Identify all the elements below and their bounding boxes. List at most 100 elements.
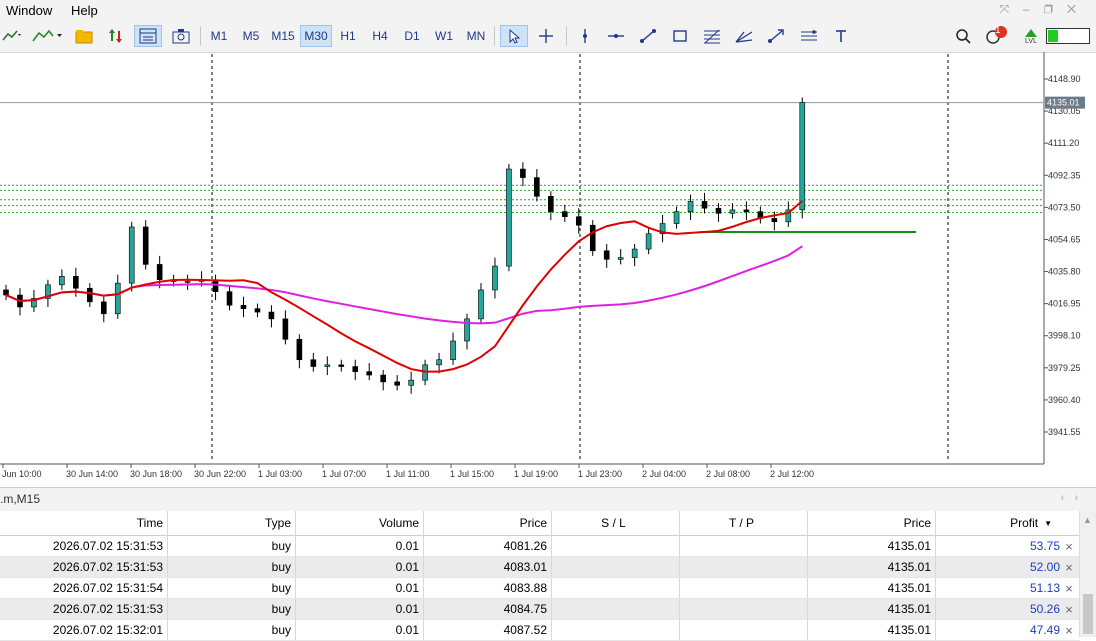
candle-body bbox=[743, 209, 750, 212]
candle-body bbox=[575, 216, 582, 226]
price-axis-label: 3960.40 bbox=[1048, 395, 1081, 405]
window-controls[interactable]: ⤧–❐✕ bbox=[999, 2, 1090, 17]
candle-body bbox=[73, 276, 79, 289]
timeframe-mn[interactable]: MN bbox=[462, 25, 490, 47]
col-price[interactable]: Price bbox=[424, 511, 552, 535]
menu-window[interactable]: Window bbox=[6, 3, 52, 18]
timeframe-h4[interactable]: H4 bbox=[366, 25, 394, 47]
table-row[interactable]: 2026.07.02 15:31:53 buy 0.01 4084.75 4135.01… bbox=[0, 599, 1080, 620]
col-type[interactable]: Type bbox=[168, 511, 296, 535]
price-chart[interactable]: 4148.90 4130.05 4111.20 4092.35 4073.50 4054.… bbox=[0, 52, 1096, 487]
close-position-icon[interactable]: × bbox=[1062, 578, 1080, 598]
col-time[interactable]: Time bbox=[0, 511, 168, 535]
crosshair-icon[interactable] bbox=[532, 25, 560, 47]
trade-type: buy bbox=[168, 620, 296, 640]
col-tp[interactable]: T / P bbox=[680, 511, 808, 535]
candle-body bbox=[268, 311, 275, 320]
notification-icon[interactable]: 1 bbox=[982, 25, 1010, 47]
trade-time: 2026.07.02 15:31:54 bbox=[0, 578, 168, 598]
trade-time: 2026.07.02 15:32:01 bbox=[0, 620, 168, 640]
trendline-icon[interactable] bbox=[634, 25, 662, 47]
current-price-label: 4135.01 bbox=[1047, 98, 1080, 108]
candle-body bbox=[701, 201, 708, 209]
scroll-up-icon[interactable]: ▲ bbox=[1083, 515, 1092, 525]
timeframe-m15[interactable]: M15 bbox=[268, 25, 298, 47]
trade-volume: 0.01 bbox=[296, 599, 424, 619]
table-row[interactable]: 2026.07.02 15:32:01 buy 0.01 4087.52 4135.01… bbox=[0, 620, 1080, 641]
price-axis-label: 4111.20 bbox=[1048, 138, 1079, 148]
candle-body bbox=[603, 250, 610, 260]
trade-profit: 50.26 bbox=[1029, 602, 1060, 616]
arrow-icon[interactable] bbox=[762, 25, 790, 47]
candle-body bbox=[436, 359, 442, 366]
trade-open-price: 4083.01 bbox=[424, 557, 552, 577]
price-axis-label: 3941.55 bbox=[1048, 427, 1081, 437]
terminal-scrollbar[interactable]: ▲ bbox=[1079, 511, 1096, 637]
table-row[interactable]: 2026.07.02 15:31:53 buy 0.01 4081.26 4135.01… bbox=[0, 536, 1080, 557]
line-chart-icon[interactable] bbox=[30, 25, 64, 47]
candle-body bbox=[408, 379, 414, 386]
candle-body bbox=[3, 289, 9, 296]
horizontal-line-icon[interactable] bbox=[602, 25, 630, 47]
timeframe-d1[interactable]: D1 bbox=[398, 25, 426, 47]
indicators-icon[interactable] bbox=[0, 25, 22, 47]
trade-current-price: 4135.01 bbox=[808, 557, 936, 577]
close-position-icon[interactable]: × bbox=[1062, 599, 1080, 619]
candle-body bbox=[142, 226, 149, 265]
search-icon[interactable] bbox=[950, 25, 976, 47]
price-axis-label: 4148.90 bbox=[1048, 74, 1081, 84]
candle-body bbox=[478, 289, 484, 320]
candle-body bbox=[324, 364, 331, 367]
menu-help[interactable]: Help bbox=[71, 3, 98, 18]
candle-body bbox=[100, 301, 107, 315]
candle-body bbox=[771, 218, 778, 223]
candle-body bbox=[254, 308, 261, 313]
close-position-icon[interactable]: × bbox=[1062, 557, 1080, 577]
trade-sl bbox=[552, 536, 680, 556]
rectangle-icon[interactable] bbox=[666, 25, 694, 47]
trade-current-price: 4135.01 bbox=[808, 578, 936, 598]
trade-sl bbox=[552, 578, 680, 598]
trade-time: 2026.07.02 15:31:53 bbox=[0, 536, 168, 556]
folder-icon[interactable] bbox=[72, 25, 96, 47]
candle-body bbox=[520, 168, 526, 178]
text-icon[interactable] bbox=[828, 25, 854, 47]
timeframe-m5[interactable]: M5 bbox=[236, 25, 266, 47]
timeframe-h1[interactable]: H1 bbox=[334, 25, 362, 47]
trade-open-price: 4087.52 bbox=[424, 620, 552, 640]
close-position-icon[interactable]: × bbox=[1062, 536, 1080, 556]
table-row[interactable]: 2026.07.02 15:31:53 buy 0.01 4083.01 4135.01… bbox=[0, 557, 1080, 578]
trade-type: buy bbox=[168, 578, 296, 598]
terminal-scroll-arrows[interactable]: ‹› bbox=[1061, 492, 1088, 504]
chart-template-icon[interactable] bbox=[134, 25, 162, 47]
algo-trading-icon[interactable] bbox=[104, 25, 128, 47]
chart-canvas[interactable]: 4148.904130.054111.204092.354073.504054.… bbox=[0, 52, 1096, 487]
vertical-line-icon[interactable] bbox=[572, 25, 598, 47]
candle-body bbox=[799, 102, 806, 211]
timeframe-m1[interactable]: M1 bbox=[204, 25, 234, 47]
close-position-icon[interactable]: × bbox=[1062, 620, 1080, 640]
col-volume[interactable]: Volume bbox=[296, 511, 424, 535]
trade-current-price: 4135.01 bbox=[808, 620, 936, 640]
candle-body bbox=[296, 339, 303, 361]
time-axis-label: 30 Jun 22:00 bbox=[194, 469, 246, 479]
candle-body bbox=[128, 226, 135, 284]
trade-current-price: 4135.01 bbox=[808, 536, 936, 556]
candle-body bbox=[87, 287, 93, 303]
col-current-price[interactable]: Price bbox=[808, 511, 936, 535]
screenshot-icon[interactable] bbox=[168, 25, 194, 47]
cursor-icon[interactable] bbox=[500, 25, 528, 47]
col-profit[interactable]: Profit ▼ bbox=[936, 511, 1062, 535]
timeframe-w1[interactable]: W1 bbox=[430, 25, 458, 47]
fibonacci-icon[interactable] bbox=[698, 25, 726, 47]
channel-icon[interactable] bbox=[794, 25, 824, 47]
candle-body bbox=[589, 224, 596, 252]
pitchfork-icon[interactable] bbox=[730, 25, 758, 47]
col-sl[interactable]: S / L bbox=[552, 511, 680, 535]
scroll-thumb[interactable] bbox=[1083, 594, 1093, 634]
timeframe-m30[interactable]: M30 bbox=[300, 25, 332, 47]
table-row[interactable]: 2026.07.02 15:31:54 buy 0.01 4083.88 4135.01… bbox=[0, 578, 1080, 599]
time-axis-label: 1 Jul 19:00 bbox=[514, 469, 558, 479]
signal-level-icon[interactable]: LVL bbox=[1018, 25, 1044, 47]
price-axis-label: 4073.50 bbox=[1048, 202, 1081, 212]
